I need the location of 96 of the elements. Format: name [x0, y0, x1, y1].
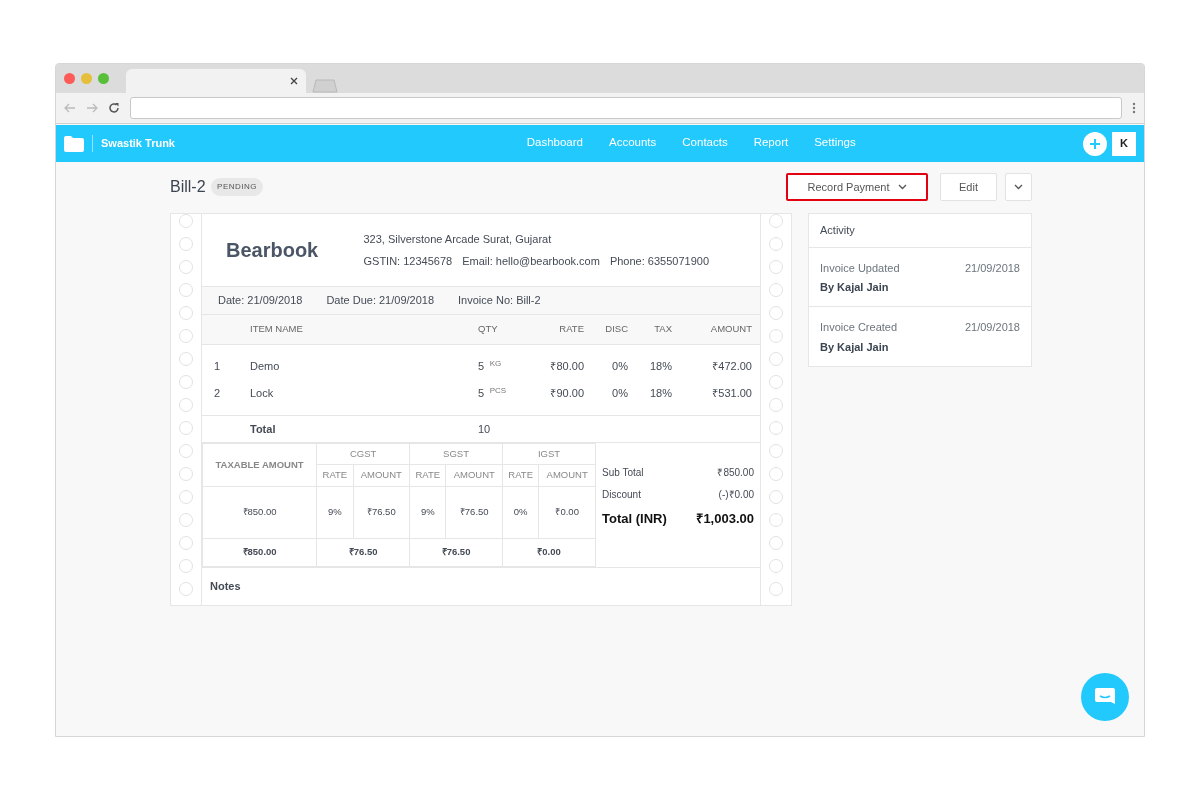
company-name: Bearbook: [225, 238, 320, 263]
back-icon[interactable]: [64, 103, 76, 113]
maximize-window-button[interactable]: [98, 73, 109, 84]
total-qty: 10: [477, 421, 492, 437]
item-discount: 0%: [611, 386, 628, 402]
caret-icon: [1014, 184, 1023, 190]
column-header: IGST: [502, 443, 596, 465]
item-name: Lock: [250, 386, 275, 402]
column-header: TAXABLE AMOUNT: [202, 443, 317, 486]
activity-date: 21/09/2018: [964, 260, 1020, 276]
tax-cell: 0%: [502, 486, 539, 538]
activity-title: Activity: [820, 224, 855, 236]
close-window-button[interactable]: [64, 73, 75, 84]
nav-link[interactable]: Dashboard: [526, 129, 583, 158]
close-icon[interactable]: [290, 77, 298, 85]
tax-cell: ₹76.50: [409, 538, 503, 566]
bill-title: Bill-2: [170, 177, 206, 197]
item-qty: 5: [478, 360, 485, 373]
tax-cell: 9%: [409, 486, 446, 538]
column-header: TAX: [653, 322, 672, 337]
tax-cell: ₹0.00: [538, 486, 596, 538]
row-number: 1: [214, 359, 222, 375]
summary-label: Sub Total: [602, 466, 644, 480]
notes-label: Notes: [210, 579, 241, 592]
tax-cell: ₹0.00: [502, 538, 596, 566]
column-header: DISC: [604, 322, 628, 337]
activity-author: By Kajal Jain: [820, 279, 890, 295]
company-address: 323, Silverstone Arcade Surat, Gujarat: [363, 231, 553, 247]
company-detail: GSTIN: 12345678: [363, 253, 453, 269]
tax-cell: ₹850.00: [202, 486, 317, 538]
tax-cell: ₹76.50: [316, 538, 410, 566]
more-icon[interactable]: [1132, 102, 1136, 114]
avatar[interactable]: K: [1112, 131, 1136, 156]
item-tax: 18%: [648, 359, 672, 375]
column-header: AMOUNT: [353, 464, 410, 486]
nav-link[interactable]: Settings: [814, 129, 856, 158]
company-detail: Email: hello@bearbook.com: [462, 253, 600, 269]
activity-date: 21/09/2018: [964, 320, 1020, 336]
row-number: 2: [214, 386, 222, 402]
invoice-meta: Date Due: 21/09/2018: [326, 293, 435, 309]
address-bar[interactable]: [130, 97, 1122, 119]
tax-cell: ₹850.00: [202, 538, 317, 566]
total-label: Total: [250, 421, 277, 437]
folder-icon[interactable]: [64, 135, 84, 152]
column-header: CGST: [316, 443, 410, 465]
item-rate: ₹80.00: [549, 359, 584, 375]
activity-event: Invoice Updated: [820, 260, 900, 276]
more-button[interactable]: [1005, 173, 1032, 201]
minimize-window-button[interactable]: [81, 73, 92, 84]
summary-value: (-)₹0.00: [718, 488, 754, 502]
column-header: AMOUNT: [445, 464, 503, 486]
company-detail: Phone: 6355071900: [609, 253, 709, 269]
chat-icon: [1094, 687, 1116, 707]
summary-label: Discount: [602, 488, 641, 502]
column-header: AMOUNT: [709, 322, 752, 337]
item-amount: ₹531.00: [711, 386, 752, 402]
column-header: ITEM NAME: [250, 322, 304, 337]
add-button[interactable]: [1082, 131, 1107, 156]
column-header: RATE: [409, 464, 446, 486]
nav-link[interactable]: Accounts: [608, 129, 657, 158]
nav-link[interactable]: Report: [753, 129, 789, 158]
caret-icon: [897, 184, 907, 190]
tax-cell: ₹76.50: [353, 486, 410, 538]
column-header: SGST: [409, 443, 503, 465]
activity-event: Invoice Created: [820, 320, 898, 336]
summary-label: Total (INR): [602, 510, 667, 528]
invoice-meta: Invoice No: Bill-2: [458, 293, 541, 309]
edit-button[interactable]: Edit: [940, 173, 997, 201]
reload-icon[interactable]: [108, 102, 120, 114]
item-name: Demo: [250, 359, 281, 375]
forward-icon[interactable]: [86, 103, 98, 113]
item-qty: 5: [478, 387, 485, 400]
tax-cell: ₹76.50: [445, 486, 503, 538]
activity-author: By Kajal Jain: [820, 339, 890, 355]
item-tax: 18%: [648, 386, 672, 402]
nav-link[interactable]: Contacts: [682, 129, 728, 158]
column-header: RATE: [558, 322, 584, 337]
column-header: RATE: [502, 464, 539, 486]
invoice-meta: Date: 21/09/2018: [218, 293, 303, 309]
item-amount: ₹472.00: [711, 359, 752, 375]
chat-button[interactable]: [1081, 673, 1129, 721]
summary-value: ₹850.00: [717, 466, 754, 480]
column-header: RATE: [316, 464, 353, 486]
column-header: QTY: [477, 322, 499, 337]
column-header: AMOUNT: [538, 464, 596, 486]
item-discount: 0%: [611, 359, 628, 375]
item-unit: KG: [489, 359, 502, 369]
record-payment-button[interactable]: Record Payment: [786, 173, 929, 201]
status-tag: PENDING: [211, 178, 263, 196]
new-tab-icon[interactable]: [312, 79, 338, 93]
plus-icon: [1088, 137, 1101, 150]
tax-cell: 9%: [316, 486, 353, 538]
summary-value: ₹1,003.00: [696, 510, 754, 528]
item-rate: ₹90.00: [549, 386, 584, 402]
item-unit: PCS: [489, 386, 507, 396]
brand-name[interactable]: Swastik Trunk: [92, 135, 175, 152]
